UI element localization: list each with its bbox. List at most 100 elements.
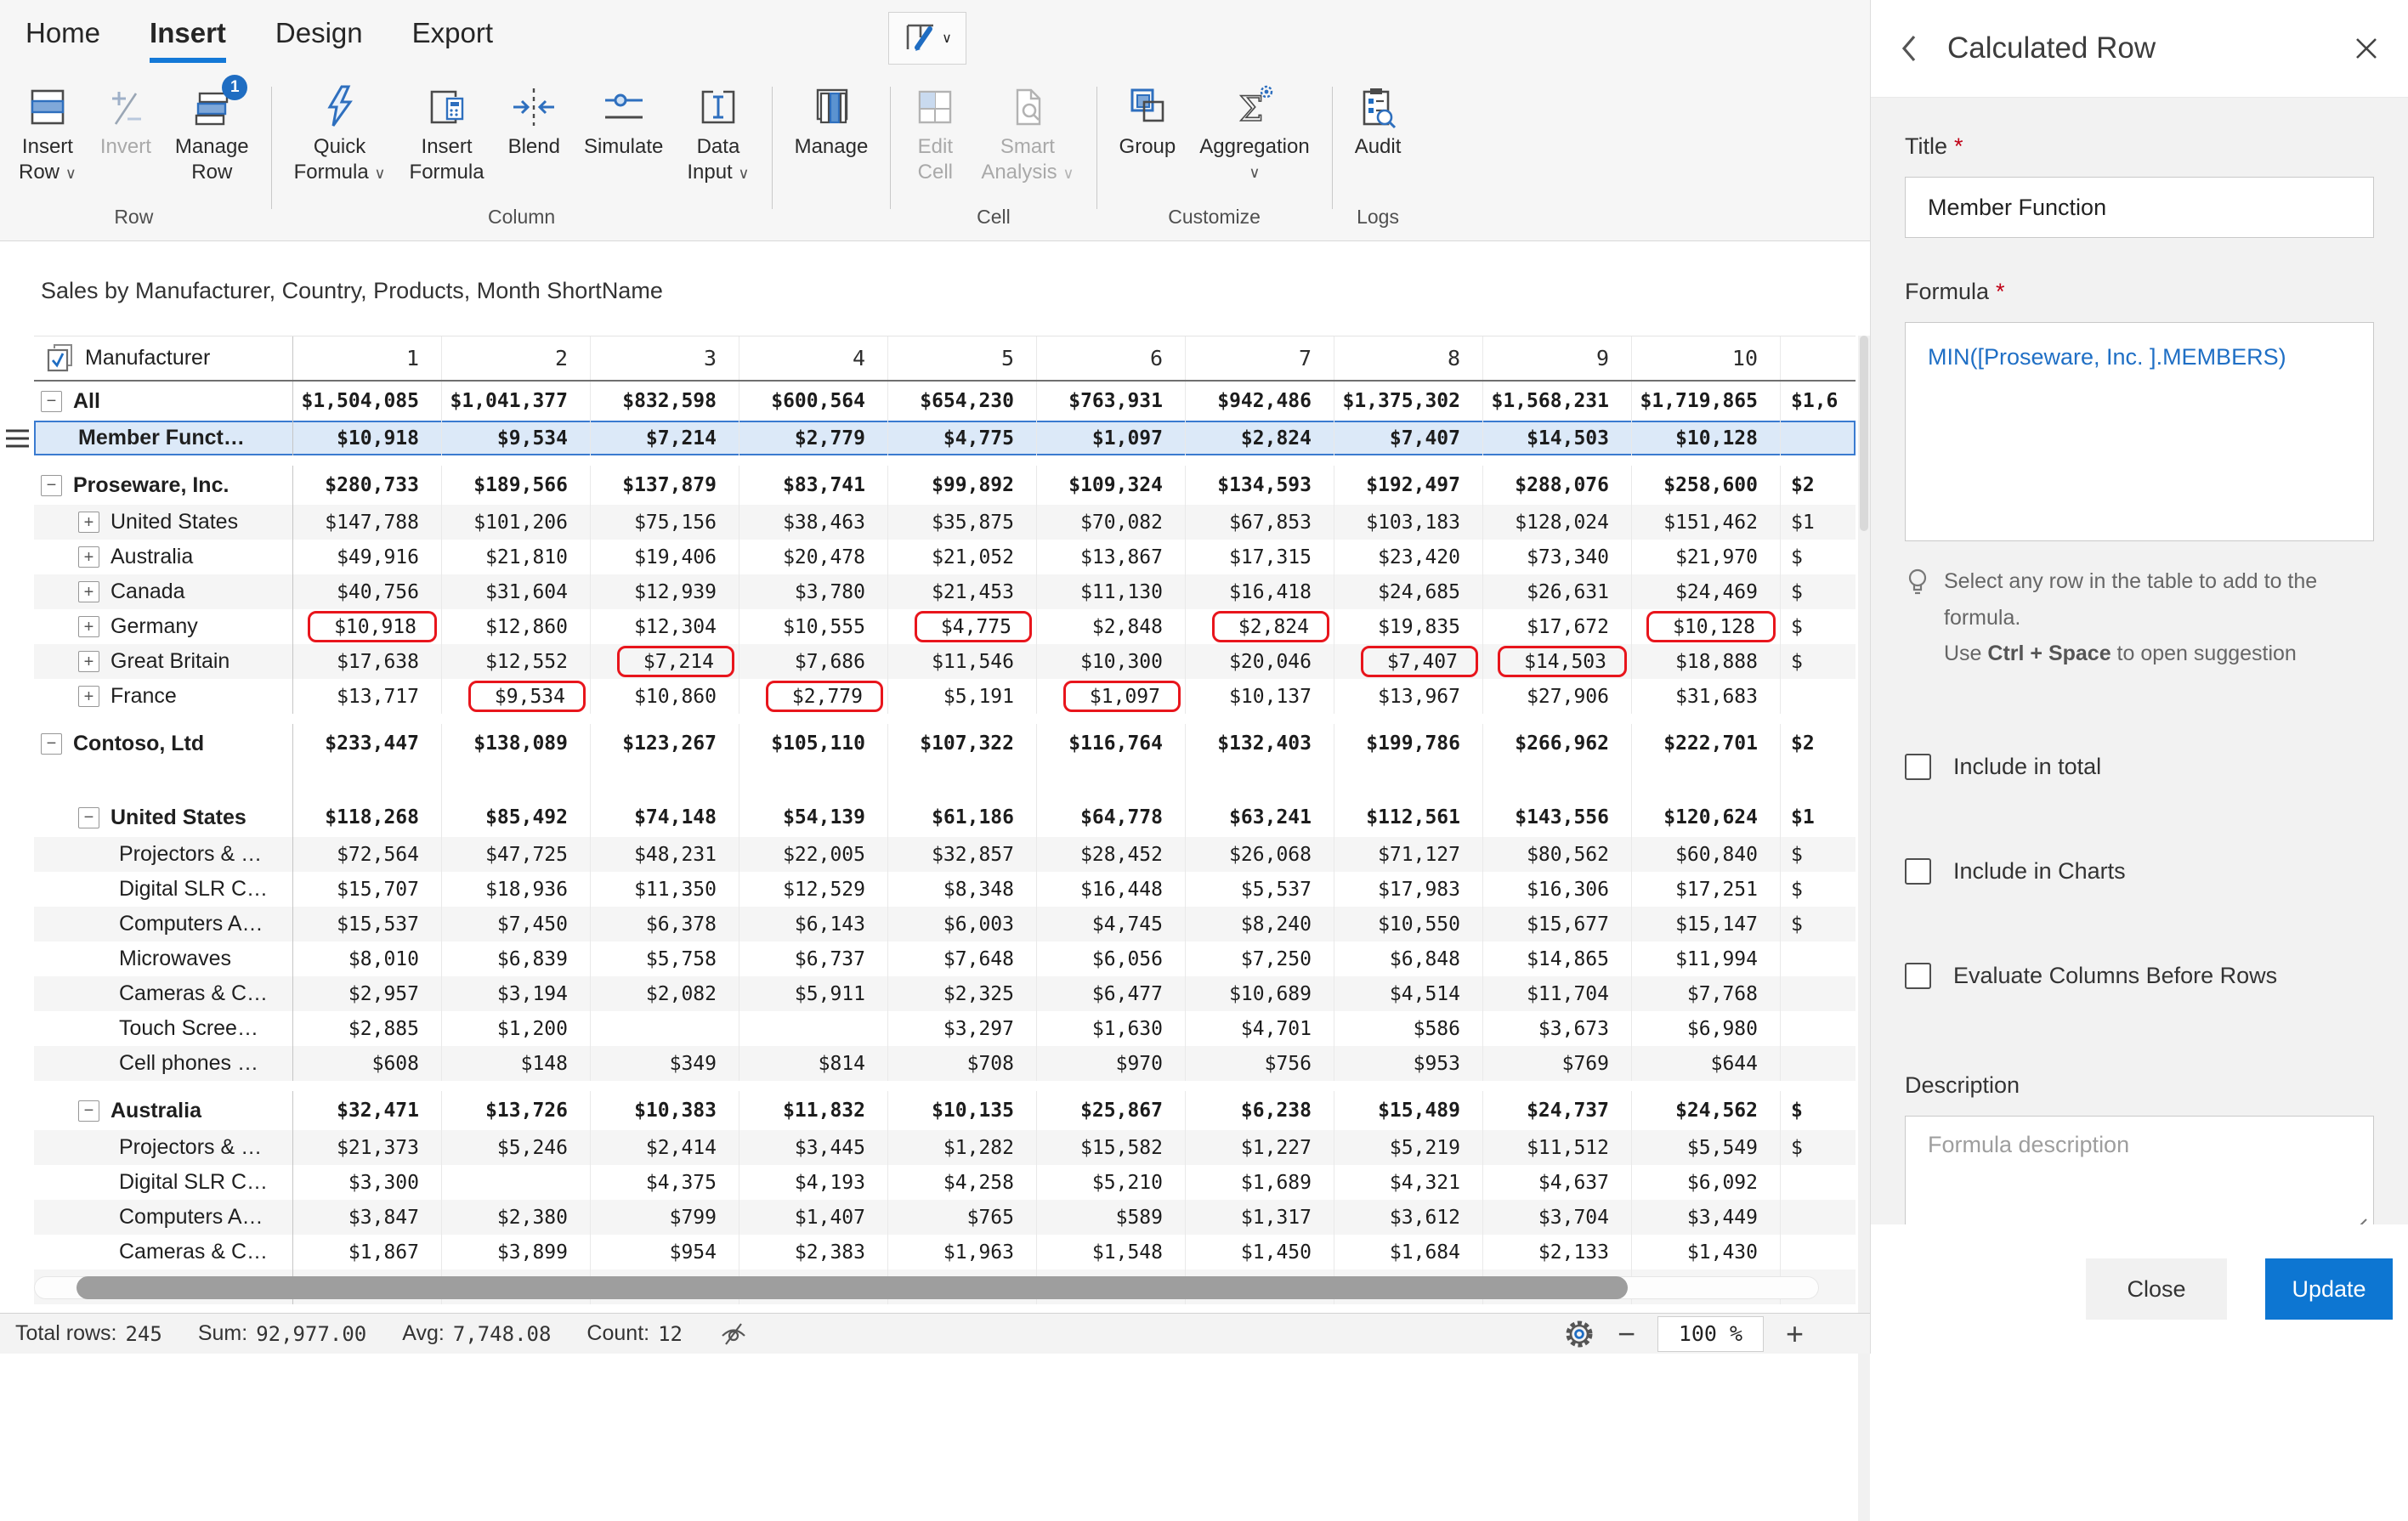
table-row-digital-slr-c[interactable]: Digital SLR C…$3,300$4,375$4,193$4,258$5…	[34, 1165, 1856, 1200]
cell-8[interactable]: $7,407	[1334, 644, 1483, 679]
cell-10[interactable]: $21,970	[1632, 540, 1781, 574]
cell-5[interactable]: $4,775	[888, 421, 1037, 455]
cell-7[interactable]: $63,241	[1186, 798, 1334, 837]
gear-icon[interactable]	[1563, 1318, 1595, 1350]
cell-4[interactable]: $6,737	[739, 941, 888, 976]
cell-9[interactable]: $3,673	[1483, 1011, 1632, 1046]
cell-2[interactable]: $7,450	[442, 907, 591, 941]
column-header-3[interactable]: 3	[591, 336, 739, 380]
cell-2[interactable]: $2,380	[442, 1200, 591, 1235]
cell-10[interactable]: $6,092	[1632, 1165, 1781, 1200]
row-label-cell[interactable]: Microwaves	[34, 941, 293, 976]
back-icon[interactable]	[1900, 33, 1918, 64]
ribbon-button-insert-row[interactable]: InsertRow ∨	[7, 82, 88, 199]
cell-2[interactable]: $189,566	[442, 466, 591, 505]
tab-insert[interactable]: Insert	[150, 17, 226, 63]
cell-10[interactable]: $120,624	[1632, 798, 1781, 837]
cell-8[interactable]: $1,375,302	[1334, 382, 1483, 421]
cell-7[interactable]: $6,238	[1186, 1091, 1334, 1130]
cell-2[interactable]: $13,726	[442, 1091, 591, 1130]
description-input[interactable]: Formula description	[1905, 1116, 2374, 1243]
collapse-icon[interactable]: −	[78, 807, 99, 828]
cell-10[interactable]: $1,719,865	[1632, 382, 1781, 421]
cell-4[interactable]: $7,686	[739, 644, 888, 679]
cell-7[interactable]: $2,824	[1186, 609, 1334, 644]
ribbon-button-aggregation[interactable]: ΣAggregation∨	[1187, 82, 1321, 199]
row-label-cell[interactable]: +Great Britain	[34, 644, 293, 679]
cell-2[interactable]: $31,604	[442, 574, 591, 609]
cell-6[interactable]: $589	[1037, 1200, 1186, 1235]
cell-1[interactable]: $10,918	[293, 609, 442, 644]
cell-7[interactable]: $10,137	[1186, 679, 1334, 714]
cell-7[interactable]: $756	[1186, 1046, 1334, 1081]
ribbon-button-manage[interactable]: Manage	[783, 82, 881, 199]
cell-1[interactable]: $1,867	[293, 1235, 442, 1269]
cell-3[interactable]: $4,375	[591, 1165, 739, 1200]
cell-2[interactable]: $85,492	[442, 798, 591, 837]
row-label-cell[interactable]: Projectors & …	[34, 1130, 293, 1165]
cell-6[interactable]: $763,931	[1037, 382, 1186, 421]
row-label-cell[interactable]: Computers A…	[34, 1200, 293, 1235]
cell-7[interactable]: $10,689	[1186, 976, 1334, 1011]
cell-9[interactable]: $26,631	[1483, 574, 1632, 609]
checkbox-include-in-total[interactable]	[1905, 754, 1931, 780]
ribbon-button-insert-formula[interactable]: InsertFormula	[398, 82, 496, 199]
row-label-cell[interactable]: −Australia	[34, 1091, 293, 1130]
cell-8[interactable]: $953	[1334, 1046, 1483, 1081]
cell-10[interactable]: $15,147	[1632, 907, 1781, 941]
cell-10[interactable]: $258,600	[1632, 466, 1781, 505]
cell-2[interactable]: $1,041,377	[442, 382, 591, 421]
cell-5[interactable]: $3,297	[888, 1011, 1037, 1046]
column-header-8[interactable]: 8	[1334, 336, 1483, 380]
ribbon-button-manage-row[interactable]: 1ManageRow	[163, 82, 261, 199]
cell-9[interactable]: $128,024	[1483, 505, 1632, 540]
expand-icon[interactable]: +	[78, 616, 99, 637]
horizontal-scrollbar[interactable]	[34, 1276, 1819, 1299]
cell-8[interactable]: $6,848	[1334, 941, 1483, 976]
formula-input[interactable]: MIN([Proseware, Inc. ].MEMBERS)	[1905, 322, 2374, 541]
cell-5[interactable]: $5,191	[888, 679, 1037, 714]
cell-8[interactable]: $23,420	[1334, 540, 1483, 574]
cell-1[interactable]: $3,847	[293, 1200, 442, 1235]
cell-6[interactable]: $5,210	[1037, 1165, 1186, 1200]
cell-7[interactable]: $17,315	[1186, 540, 1334, 574]
cell-4[interactable]: $5,911	[739, 976, 888, 1011]
cell-6[interactable]: $16,448	[1037, 872, 1186, 907]
cell-7[interactable]: $132,403	[1186, 724, 1334, 763]
cell-3[interactable]: $10,383	[591, 1091, 739, 1130]
cell-3[interactable]	[591, 1011, 739, 1046]
cell-10[interactable]: $222,701	[1632, 724, 1781, 763]
cell-9[interactable]: $16,306	[1483, 872, 1632, 907]
cell-4[interactable]: $105,110	[739, 724, 888, 763]
cell-3[interactable]: $48,231	[591, 837, 739, 872]
table-row-proseware-inc[interactable]: −Proseware, Inc.$280,733$189,566$137,879…	[34, 466, 1856, 505]
cell-8[interactable]: $586	[1334, 1011, 1483, 1046]
cell-5[interactable]: $1,963	[888, 1235, 1037, 1269]
column-header-7[interactable]: 7	[1186, 336, 1334, 380]
cell-3[interactable]: $74,148	[591, 798, 739, 837]
column-header-6[interactable]: 6	[1037, 336, 1186, 380]
cell-4[interactable]: $3,780	[739, 574, 888, 609]
cell-6[interactable]: $4,745	[1037, 907, 1186, 941]
row-label-cell[interactable]: Touch Scree…	[34, 1011, 293, 1046]
cell-2[interactable]: $6,839	[442, 941, 591, 976]
cell-6[interactable]: $2,848	[1037, 609, 1186, 644]
cell-8[interactable]: $112,561	[1334, 798, 1483, 837]
cell-4[interactable]: $3,445	[739, 1130, 888, 1165]
cell-7[interactable]: $1,227	[1186, 1130, 1334, 1165]
cell-8[interactable]: $71,127	[1334, 837, 1483, 872]
row-label-cell[interactable]: +Canada	[34, 574, 293, 609]
table-row-united-states[interactable]: +United States$147,788$101,206$75,156$38…	[34, 505, 1856, 540]
tab-design[interactable]: Design	[275, 17, 363, 63]
cell-6[interactable]: $109,324	[1037, 466, 1186, 505]
cell-10[interactable]: $24,469	[1632, 574, 1781, 609]
table-row-great-britain[interactable]: +Great Britain$17,638$12,552$7,214$7,686…	[34, 644, 1856, 679]
cell-3[interactable]: $799	[591, 1200, 739, 1235]
cell-1[interactable]: $15,707	[293, 872, 442, 907]
cell-2[interactable]: $3,899	[442, 1235, 591, 1269]
cell-2[interactable]	[442, 1165, 591, 1200]
cell-5[interactable]: $107,322	[888, 724, 1037, 763]
ribbon-button-blend[interactable]: Blend	[496, 82, 572, 199]
vertical-scrollbar-thumb[interactable]	[1860, 336, 1868, 531]
cell-4[interactable]: $6,143	[739, 907, 888, 941]
